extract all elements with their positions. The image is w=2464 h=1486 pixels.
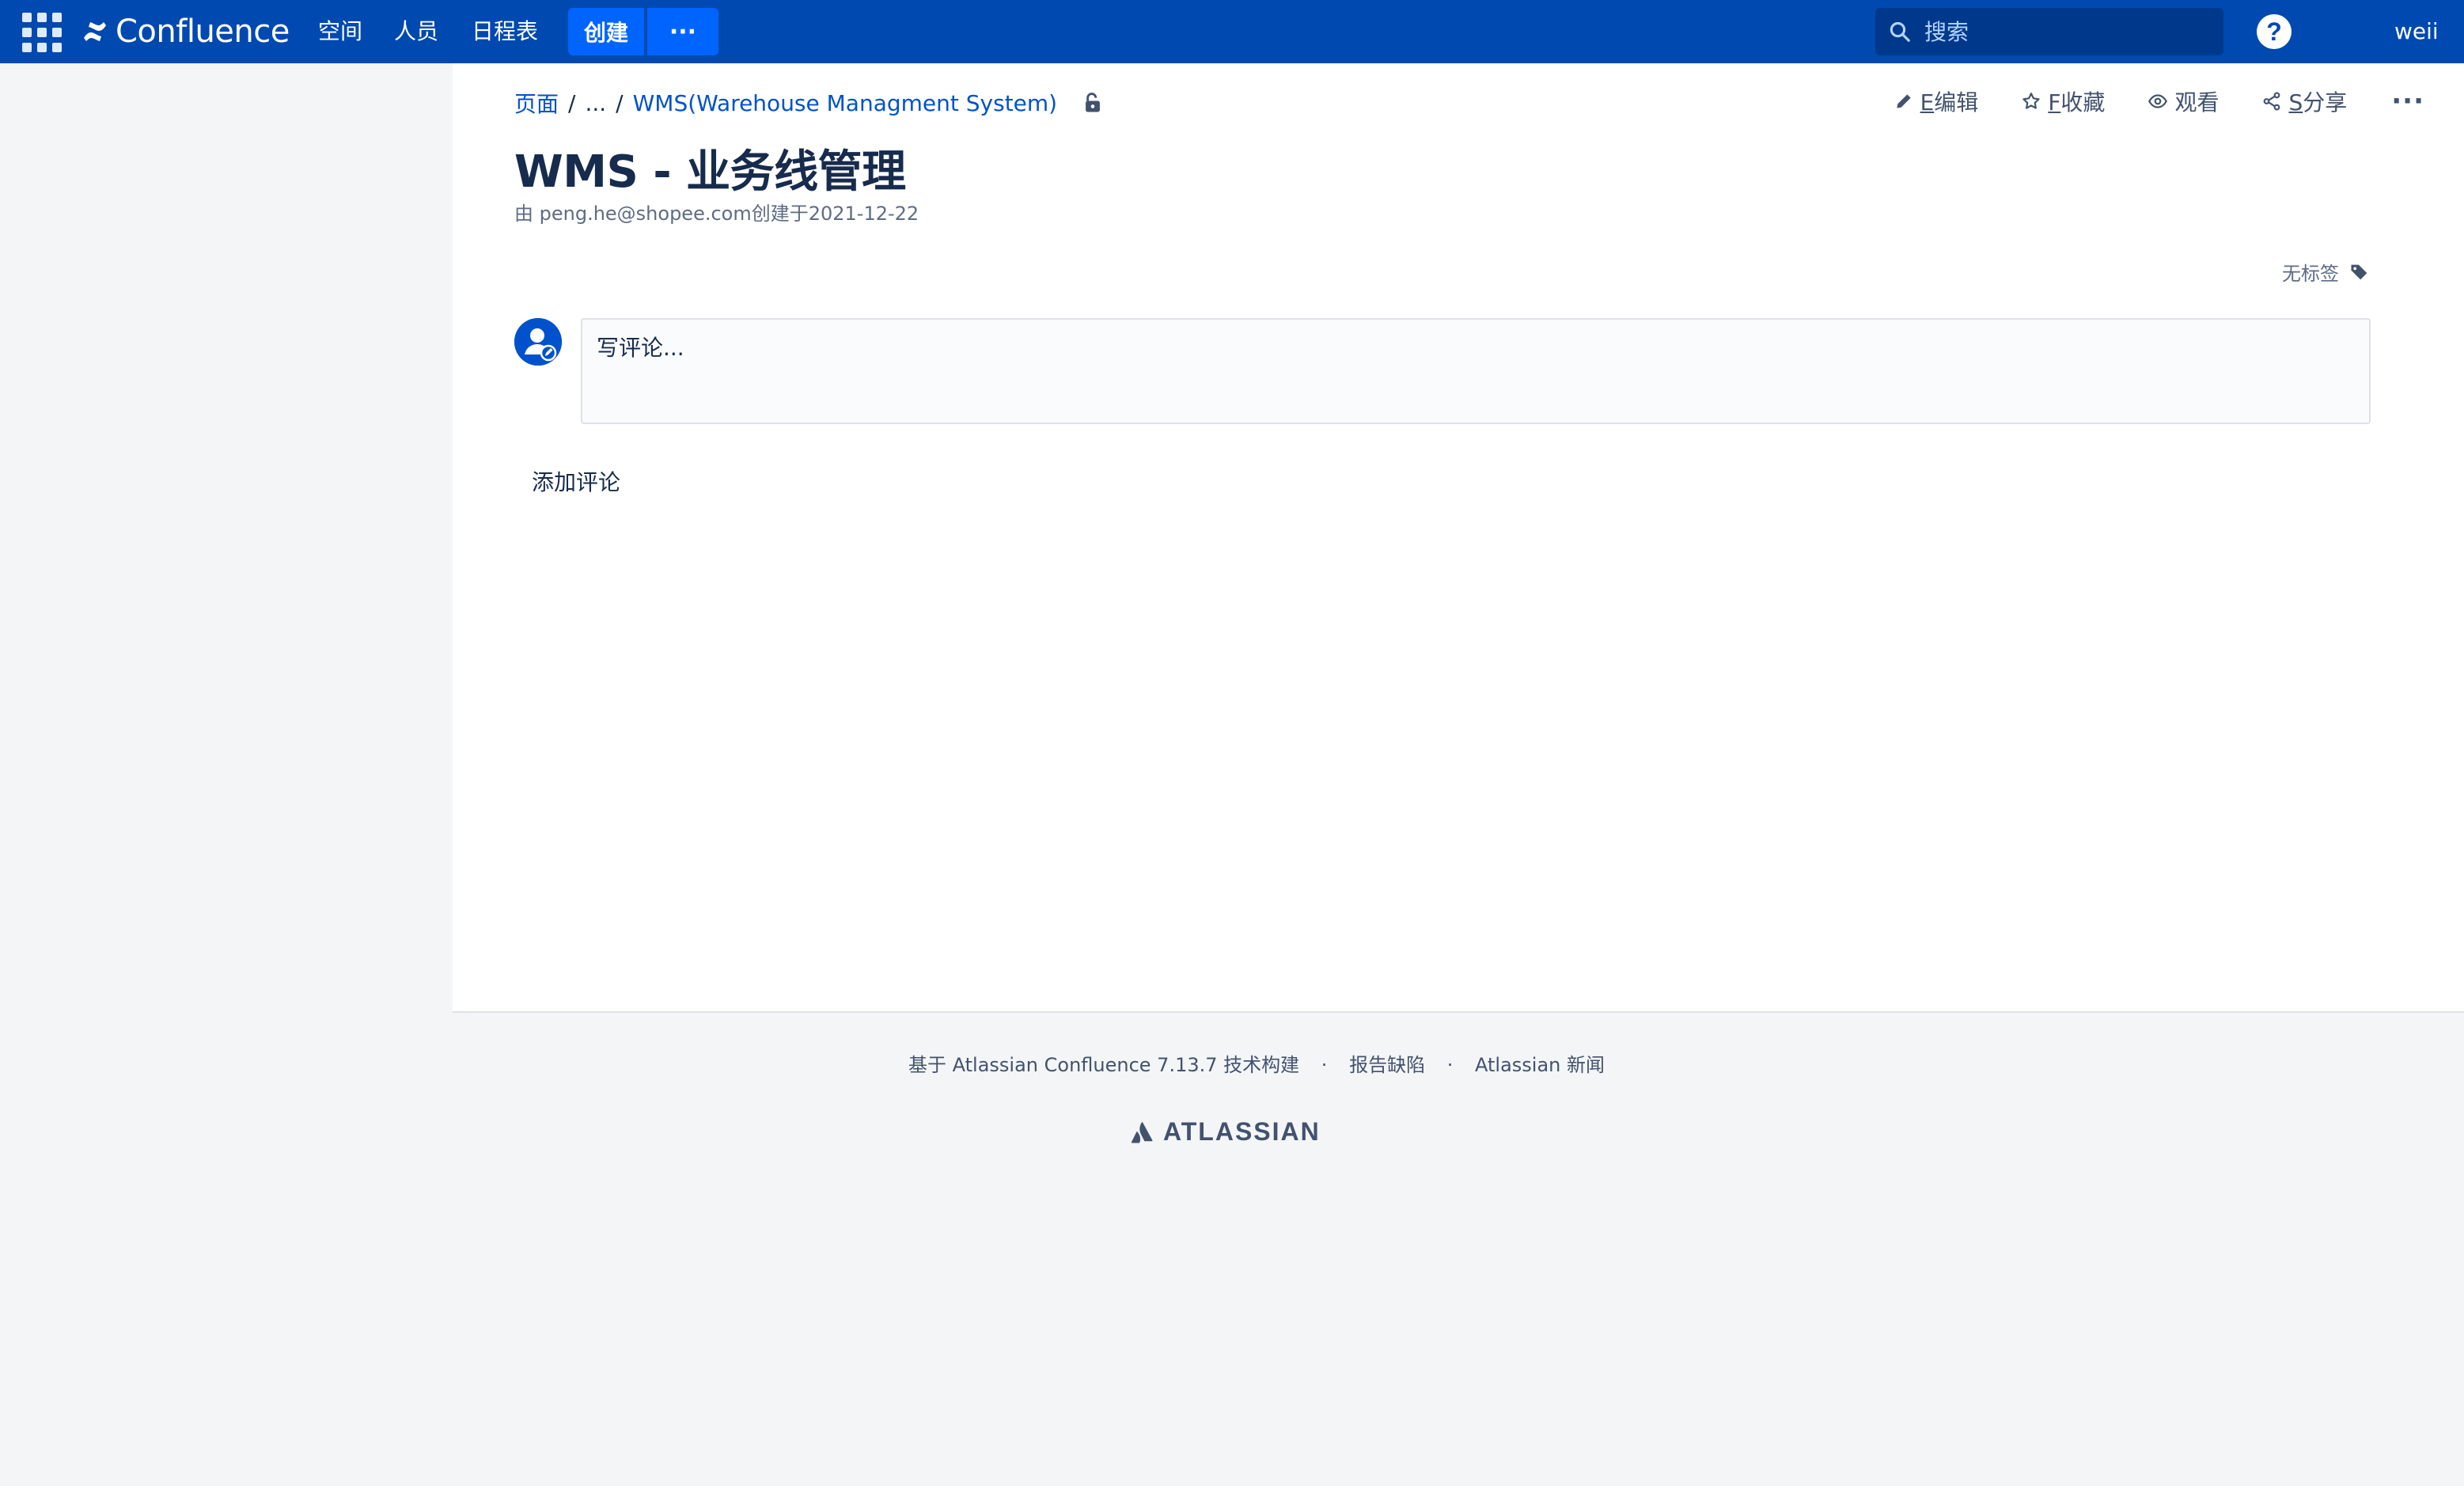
app-name: Confluence bbox=[116, 13, 290, 50]
add-comment-button[interactable]: 添加评论 bbox=[532, 465, 620, 497]
breadcrumb-separator: / bbox=[616, 89, 624, 116]
unlock-icon[interactable] bbox=[1082, 92, 1103, 114]
labels-section: 无标签 bbox=[2282, 258, 2371, 286]
watch-button[interactable]: 观看 bbox=[2147, 85, 2219, 117]
page-actions: E编辑 F收藏 观看 S分享 ··· bbox=[1851, 85, 2464, 117]
atlassian-wordmark: ATLASSIAN bbox=[1163, 1117, 1321, 1146]
star-icon bbox=[2022, 93, 2040, 109]
page-title: WMS - 业务线管理 bbox=[514, 146, 906, 198]
confluence-logo-icon bbox=[84, 22, 106, 41]
user-menu[interactable]: weii bbox=[2394, 16, 2439, 47]
footer-report-bug-link[interactable]: 报告缺陷 bbox=[1349, 1054, 1425, 1076]
create-more-button[interactable]: ··· bbox=[647, 8, 718, 55]
breadcrumb-parent[interactable]: WMS(Warehouse Managment System) bbox=[633, 90, 1058, 116]
watch-label: 观看 bbox=[2174, 89, 2219, 116]
footer-news-link[interactable]: Atlassian 新闻 bbox=[1475, 1054, 1605, 1076]
favorite-shortcut: F bbox=[2048, 89, 2061, 116]
more-actions-icon[interactable]: ··· bbox=[2391, 85, 2424, 117]
share-button[interactable]: S分享 bbox=[2261, 85, 2347, 117]
help-icon[interactable]: ? bbox=[2257, 14, 2292, 49]
comment-input[interactable]: 写评论... bbox=[581, 318, 2371, 424]
user-avatar-icon bbox=[514, 318, 562, 366]
breadcrumb-ellipsis[interactable]: ... bbox=[585, 90, 606, 116]
edit-shortcut: E bbox=[1920, 89, 1935, 116]
tag-icon[interactable] bbox=[2348, 261, 2371, 283]
nav-people[interactable]: 人员 bbox=[394, 16, 438, 47]
share-icon bbox=[2264, 92, 2280, 111]
footer-separator: · bbox=[1321, 1054, 1328, 1076]
search-icon bbox=[1890, 21, 1910, 42]
eye-icon bbox=[2148, 94, 2168, 108]
breadcrumb: 页面 / ... / WMS(Warehouse Managment Syste… bbox=[514, 87, 1103, 119]
app-switcher-icon[interactable] bbox=[22, 13, 62, 52]
breadcrumb-separator: / bbox=[568, 89, 576, 116]
search-box[interactable] bbox=[1875, 8, 2223, 55]
no-labels-text: 无标签 bbox=[2282, 263, 2339, 285]
favorite-button[interactable]: F收藏 bbox=[2021, 85, 2105, 117]
breadcrumb-pages[interactable]: 页面 bbox=[514, 87, 559, 119]
share-shortcut: S bbox=[2288, 89, 2303, 116]
footer-built-on-link[interactable]: 基于 Atlassian Confluence 7.13.7 技术构建 bbox=[908, 1054, 1299, 1076]
edit-button[interactable]: E编辑 bbox=[1893, 85, 1979, 117]
nav-calendar[interactable]: 日程表 bbox=[472, 16, 538, 47]
favorite-label: 收藏 bbox=[2060, 89, 2106, 116]
share-label: 分享 bbox=[2303, 89, 2348, 116]
atlassian-logo[interactable]: ATLASSIAN bbox=[1130, 1117, 1321, 1147]
page-content: 页面 / ... / WMS(Warehouse Managment Syste… bbox=[453, 63, 2464, 1013]
search-input[interactable] bbox=[1924, 18, 2209, 45]
create-button[interactable]: 创建 bbox=[568, 8, 646, 55]
nav-spaces[interactable]: 空间 bbox=[318, 16, 362, 47]
pencil-icon bbox=[1896, 94, 1911, 108]
footer-links: 基于 Atlassian Confluence 7.13.7 技术构建 · 报告… bbox=[908, 1049, 1605, 1077]
top-navigation: Confluence 空间 人员 日程表 创建 ··· ? weii bbox=[0, 0, 2464, 63]
confluence-logo[interactable]: Confluence bbox=[82, 11, 290, 52]
page-byline: 由 peng.he@shopee.com创建于2021-12-22 bbox=[514, 203, 919, 225]
atlassian-logo-icon bbox=[1131, 1121, 1153, 1143]
avatar bbox=[514, 318, 562, 366]
footer-separator: · bbox=[1446, 1054, 1454, 1076]
edit-label: 编辑 bbox=[1934, 89, 1979, 116]
